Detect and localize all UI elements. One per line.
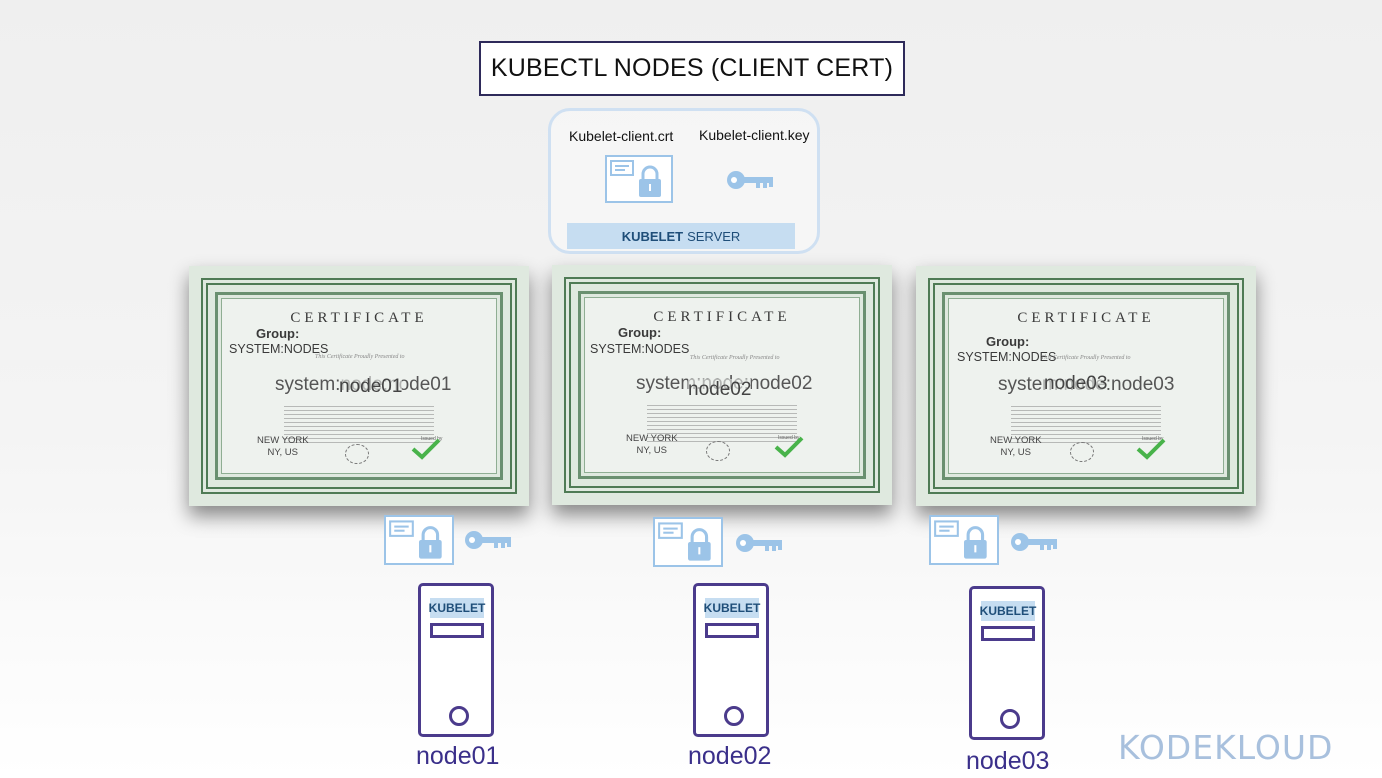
server-icon-node02: KUBELET [693,583,769,737]
server-led [724,706,744,726]
key-icon [727,171,773,189]
cert-name-overlay: node03 [1044,373,1108,395]
check-icon [774,436,804,458]
kubelet-server-band: KUBELET SERVER [567,223,795,249]
key-icon [465,531,511,549]
page-title: KUBECTL NODES (CLIENT CERT) [479,41,905,96]
certificate-node01: CERTIFICATE Group: SYSTEM:NODES This Cer… [189,266,529,506]
node-label: node01 [416,742,500,770]
certificate-icon [605,155,673,203]
server-slot [981,626,1035,641]
cert-heading: CERTIFICATE [653,309,791,325]
server-slot [705,623,759,638]
cert-group-label: Group: [256,326,300,341]
cert-name-overlay: node02 [688,379,752,401]
server-key-label: Kubelet-client.key [699,127,810,143]
cert-group-label: Group: [618,325,662,340]
certificate-node02: CERTIFICATE Group: SYSTEM:NODES This Cer… [552,265,892,505]
check-icon [411,438,441,460]
cert-heading: CERTIFICATE [290,310,428,326]
cert-group-label: Group: [986,334,1030,349]
cert-location: NEW YORK NY, US [990,435,1042,459]
key-icon [1011,533,1057,551]
cert-region: NY, US [1000,447,1031,458]
cert-city: NEW YORK [626,433,678,444]
certificate-icon [653,517,723,567]
node-label: node03 [966,747,1050,775]
node-label: node02 [688,742,772,770]
band-rest: SERVER [687,228,741,244]
key-icon [736,534,782,552]
cert-city: NEW YORK [990,435,1042,446]
cert-presented: This Certificate Proudly Presented to [1041,355,1131,361]
cert-city: NEW YORK [257,435,309,446]
server-led [1000,709,1020,729]
cert-group-value: SYSTEM:NODES [229,342,329,356]
certificate-icon [384,515,454,565]
cert-region: NY, US [267,447,298,458]
cert-heading: CERTIFICATE [1017,310,1155,326]
kodekloud-logo: KODEKLOUD [1118,728,1334,767]
cert-group-value: SYSTEM:NODES [590,342,690,356]
check-icon [1136,438,1166,460]
cert-region: NY, US [636,445,667,456]
kubelet-tag: KUBELET [980,601,1036,621]
band-bold: KUBELET [621,228,684,244]
kubelet-tag: KUBELET [429,598,485,618]
seal-icon [1070,442,1094,462]
cert-location: NEW YORK NY, US [257,435,309,459]
lock-icon [639,165,661,197]
server-slot [430,623,484,638]
seal-icon [706,441,730,461]
server-icon-node01: KUBELET [418,583,494,737]
certificate-node03: CERTIFICATE Group: SYSTEM:NODES This Cer… [916,266,1256,506]
seal-icon [345,444,369,464]
certificate-icon [929,515,999,565]
kubelet-tag: KUBELET [704,598,760,618]
cert-location: NEW YORK NY, US [626,433,678,457]
server-crt-label: Kubelet-client.crt [569,128,674,144]
server-icon-node03: KUBELET [969,586,1045,740]
server-led [449,706,469,726]
cert-presented: This Certificate Proudly Presented to [315,354,405,360]
cert-name-overlay: node01 [339,376,403,398]
cert-presented: This Certificate Proudly Presented to [690,355,780,361]
